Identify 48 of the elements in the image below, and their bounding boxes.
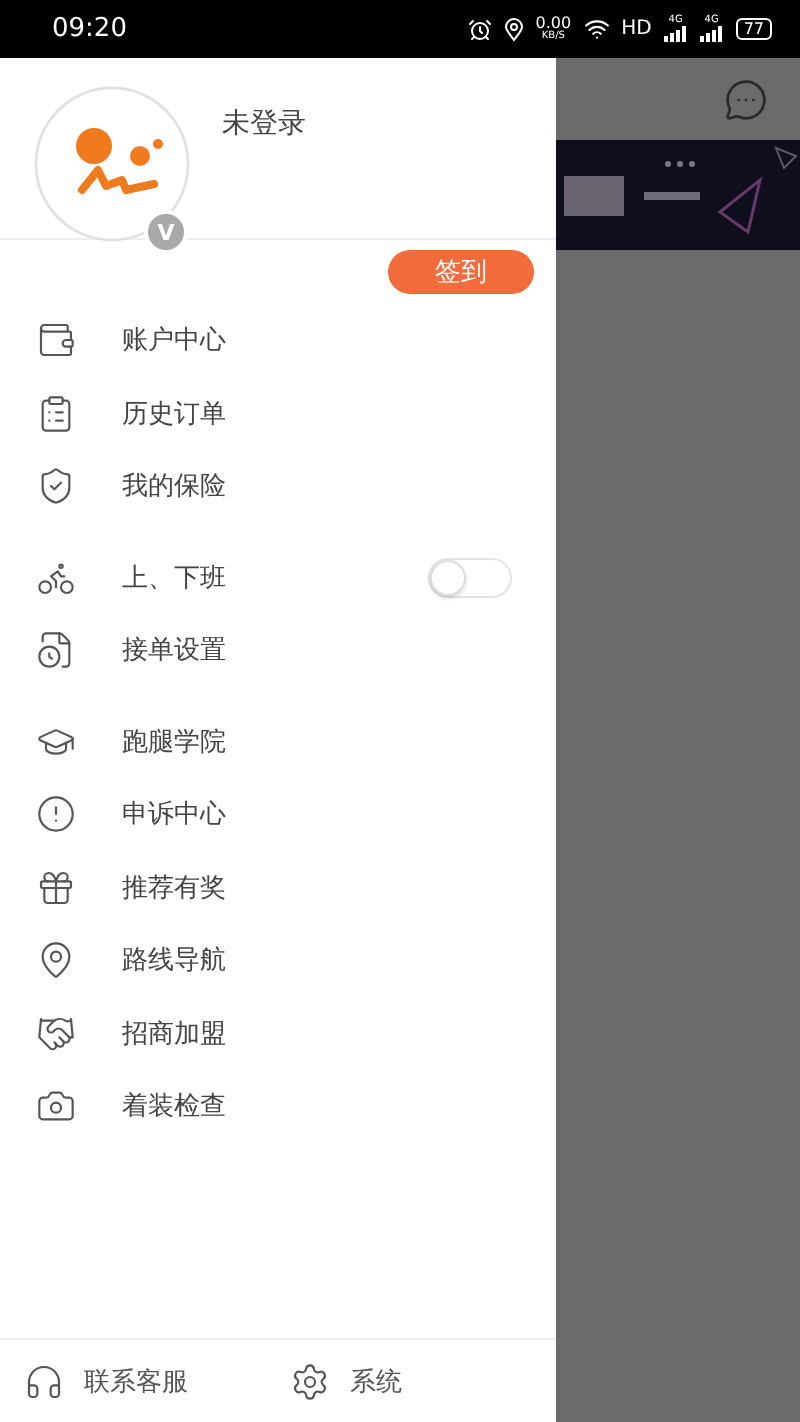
menu-label: 账户中心 bbox=[122, 324, 228, 359]
menu-item[interactable]: 账户中心 bbox=[0, 304, 556, 377]
menu-item[interactable]: 历史订单 bbox=[0, 377, 556, 450]
menu-item[interactable]: 接单设置 bbox=[0, 614, 556, 687]
net-speed: 0.00 bbox=[535, 16, 572, 32]
menu-label: 历史订单 bbox=[122, 397, 228, 432]
menu-icon bbox=[36, 1013, 76, 1054]
menu-icon bbox=[36, 794, 76, 835]
headset-icon bbox=[24, 1361, 64, 1401]
menu-label: 推荐有奖 bbox=[122, 871, 228, 906]
status-time: 09:20 bbox=[52, 14, 127, 44]
footer-item[interactable]: 系统 bbox=[290, 1361, 556, 1401]
alarm-icon bbox=[467, 17, 492, 41]
signal-icon bbox=[699, 26, 724, 42]
menu-label: 接单设置 bbox=[122, 634, 228, 669]
menu-icon bbox=[36, 466, 76, 507]
menu-label: 上、下班 bbox=[122, 561, 228, 596]
menu-icon bbox=[36, 630, 76, 671]
message-icon[interactable] bbox=[724, 77, 768, 121]
menu-label: 申诉中心 bbox=[122, 798, 228, 833]
verified-badge: V bbox=[144, 210, 188, 254]
battery-level: 77 bbox=[735, 18, 772, 40]
user-name: 未登录 bbox=[222, 106, 306, 142]
menu-icon bbox=[36, 393, 76, 434]
footer-label: 系统 bbox=[350, 1365, 402, 1399]
menu-label: 我的保险 bbox=[122, 470, 228, 505]
footer-label: 联系客服 bbox=[84, 1365, 188, 1399]
hd-label: HD bbox=[621, 19, 652, 39]
settings-icon bbox=[290, 1361, 330, 1401]
menu-label: 路线导航 bbox=[122, 944, 228, 979]
menu-icon bbox=[36, 867, 76, 908]
menu-item[interactable]: 路线导航 bbox=[0, 924, 556, 997]
menu-item[interactable]: 跑腿学院 bbox=[0, 705, 556, 778]
menu-icon bbox=[36, 320, 76, 361]
menu-label: 着装检查 bbox=[122, 1090, 228, 1125]
menu-item[interactable]: 招商加盟 bbox=[0, 997, 556, 1070]
signal-icon bbox=[663, 26, 688, 42]
menu-item[interactable]: 推荐有奖 bbox=[0, 851, 556, 924]
menu-item[interactable]: 申诉中心 bbox=[0, 778, 556, 851]
menu-icon bbox=[36, 940, 76, 981]
location-icon bbox=[503, 17, 524, 41]
menu-item[interactable]: 上、下班 bbox=[0, 541, 556, 614]
menu-label: 招商加盟 bbox=[122, 1017, 228, 1052]
menu-item[interactable]: 我的保险 bbox=[0, 450, 556, 523]
toggle-switch[interactable] bbox=[428, 557, 512, 598]
menu-item[interactable]: 着装检查 bbox=[0, 1070, 556, 1143]
menu-label: 跑腿学院 bbox=[122, 725, 228, 760]
footer-item[interactable]: 联系客服 bbox=[24, 1361, 290, 1401]
